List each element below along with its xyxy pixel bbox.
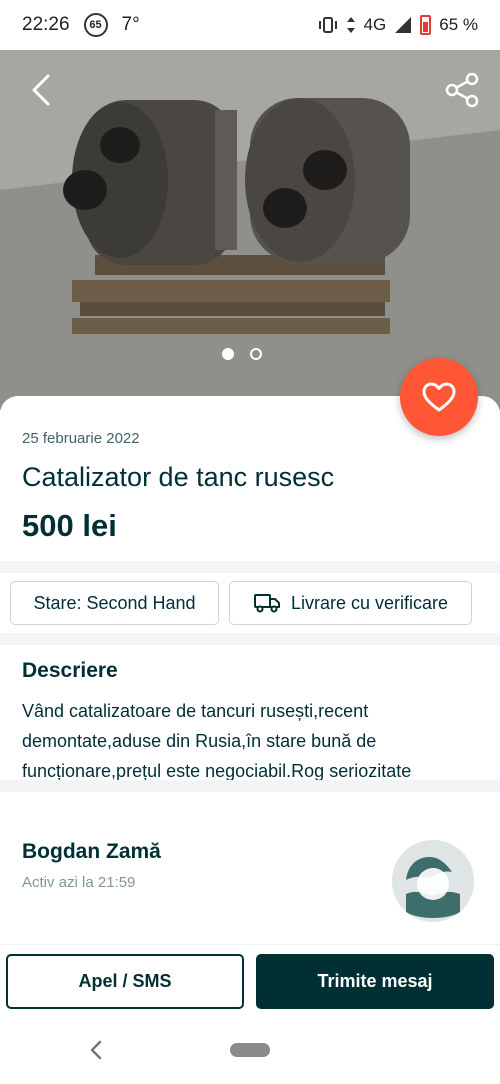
signal-icon: [395, 17, 412, 33]
nav-home-pill[interactable]: [230, 1043, 270, 1057]
chip-delivery[interactable]: Livrare cu verificare: [229, 581, 472, 625]
attribute-chips: Stare: Second Hand Livrare cu verificare: [0, 573, 500, 633]
chip-condition-label: Stare: Second Hand: [33, 592, 196, 613]
data-arrows-icon: [346, 17, 355, 33]
listing-title: Catalizator de tanc rusesc: [22, 462, 335, 492]
divider: [0, 633, 500, 645]
heart-icon: [422, 382, 456, 412]
send-message-button[interactable]: Trimite mesaj: [256, 954, 494, 1009]
share-icon[interactable]: [442, 70, 482, 110]
description-text: Vând catalizatoare de tancuri rusești,re…: [22, 701, 412, 780]
avatar[interactable]: [392, 840, 474, 922]
gallery-dot-1[interactable]: [222, 348, 234, 360]
favorite-button[interactable]: [400, 358, 478, 436]
listing-price: 500 lei: [22, 508, 117, 543]
status-time: 22:26: [22, 14, 70, 35]
call-sms-button[interactable]: Apel / SMS: [6, 954, 244, 1009]
nav-back-icon[interactable]: [84, 1036, 108, 1064]
chip-delivery-label: Livrare cu verificare: [290, 592, 449, 613]
truck-icon: [253, 594, 280, 613]
divider: [0, 780, 500, 792]
seller-last-active: Activ azi la 21:59: [22, 874, 136, 891]
gallery-pagination: [222, 348, 262, 360]
gallery-dot-2[interactable]: [250, 348, 262, 360]
description-heading: Descriere: [22, 659, 118, 682]
battery-icon: [420, 15, 432, 35]
status-bar: 22:26 65 7° 4G 65 %: [0, 0, 500, 50]
vibrate-icon: [318, 17, 337, 33]
network-type: 4G: [363, 15, 387, 34]
speed-badge-icon: 65: [83, 13, 108, 37]
listing-photo[interactable]: [0, 50, 500, 410]
battery-level: 65 %: [439, 15, 478, 34]
chip-condition[interactable]: Stare: Second Hand: [10, 581, 219, 625]
back-arrow-icon[interactable]: [22, 70, 62, 110]
status-temperature: 7°: [121, 14, 140, 35]
avatar-placeholder-icon: [392, 840, 474, 922]
status-left: 22:26 65 7°: [22, 13, 140, 37]
seller-name[interactable]: Bogdan Zamă: [22, 840, 161, 864]
status-right: 4G 65 %: [318, 15, 478, 35]
listing-date: 25 februarie 2022: [22, 430, 140, 447]
divider: [0, 561, 500, 573]
